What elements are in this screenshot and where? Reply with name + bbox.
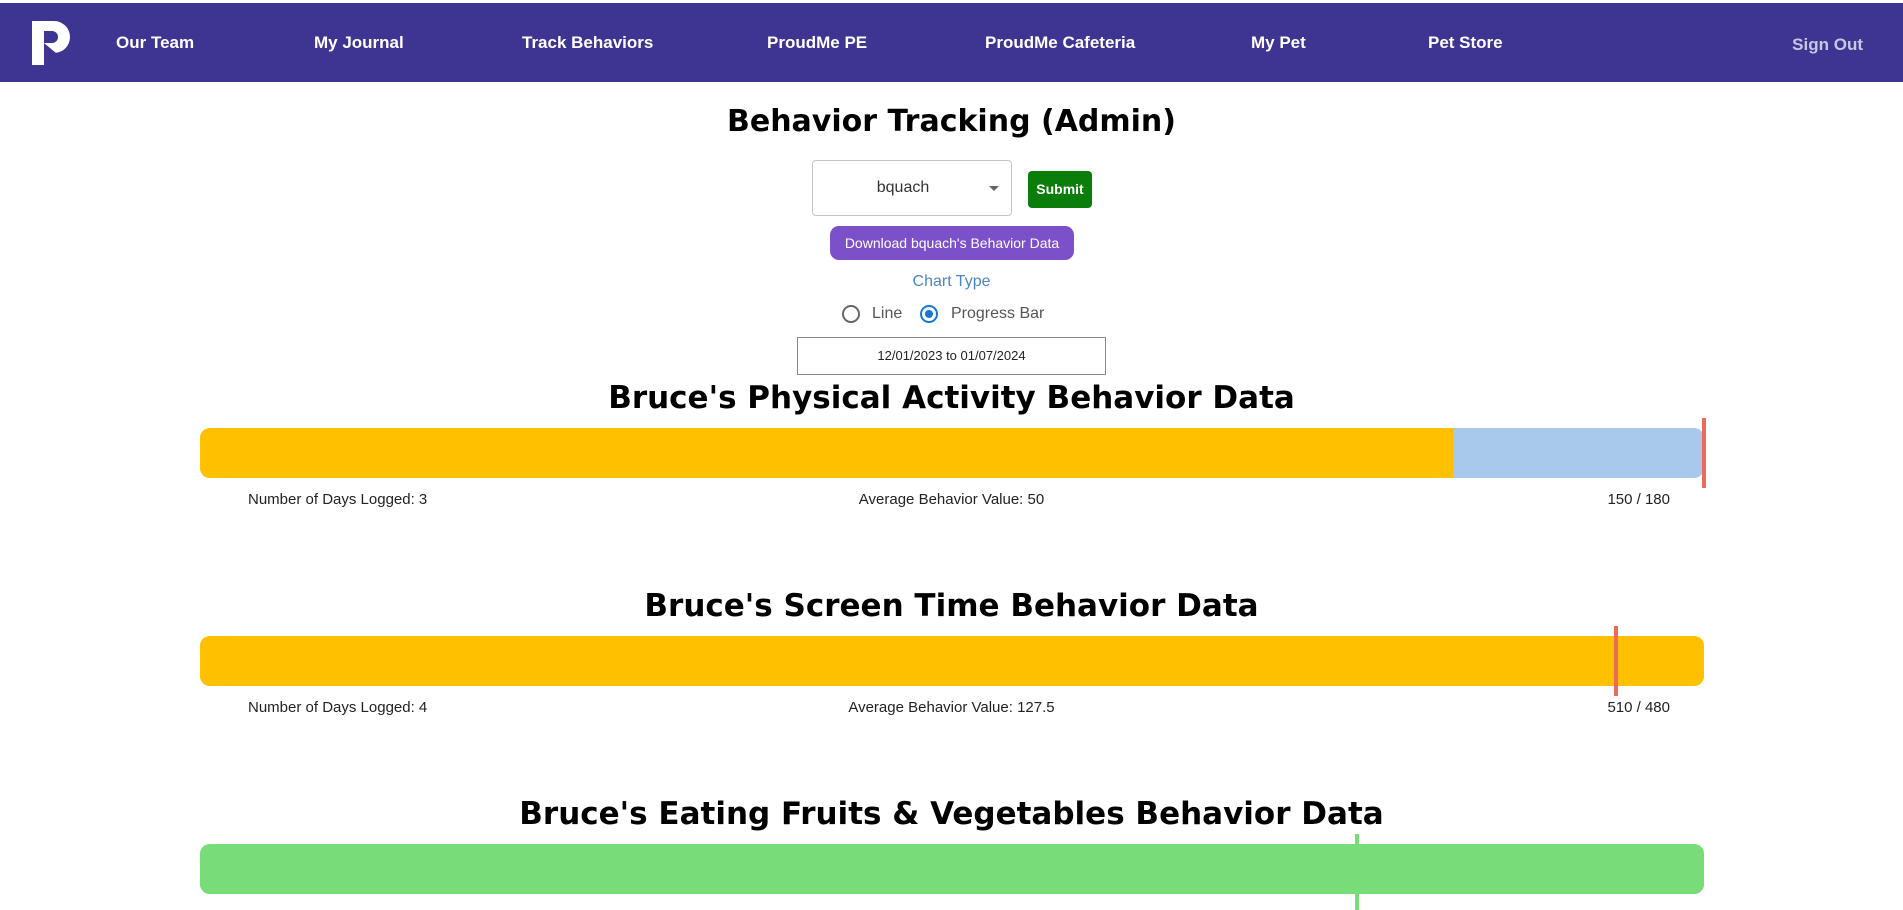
physical-activity-goal-marker (1702, 418, 1706, 488)
proudme-logo-icon[interactable] (30, 19, 72, 67)
physical-activity-progress-fill (200, 428, 1454, 478)
screen-time-title: Bruce's Screen Time Behavior Data (644, 588, 1259, 624)
physical-activity-progress-text: 150 / 180 (1607, 491, 1670, 508)
chart-type-line-label[interactable]: Line (872, 305, 902, 323)
selected-user-value: bquach (876, 179, 930, 196)
screen-time-progress-text: 510 / 480 (1607, 699, 1670, 716)
physical-activity-title: Bruce's Physical Activity Behavior Data (608, 380, 1295, 416)
user-select-dropdown[interactable]: bquach (812, 160, 1012, 216)
screen-time-progress-fill (200, 636, 1704, 686)
chart-type-progress-bar-label[interactable]: Progress Bar (951, 305, 1044, 323)
physical-activity-progress-track (200, 428, 1704, 478)
chart-type-label: Chart Type (912, 273, 991, 290)
screen-time-goal-marker (1613, 626, 1618, 696)
download-data-button[interactable]: Download bquach's Behavior Data (830, 226, 1074, 260)
fruits-vegetables-goal-marker (1355, 834, 1359, 910)
nav-proudme-cafeteria[interactable]: ProudMe Cafeteria (985, 33, 1135, 53)
fruits-vegetables-progress-track (200, 844, 1704, 894)
nav-pet-store[interactable]: Pet Store (1428, 33, 1503, 53)
submit-button[interactable]: Submit (1028, 171, 1092, 208)
nav-proudme-pe[interactable]: ProudMe PE (767, 33, 867, 53)
fruits-vegetables-title: Bruce's Eating Fruits & Vegetables Behav… (519, 796, 1384, 832)
nav-our-team[interactable]: Our Team (116, 33, 194, 53)
chart-type-line-radio[interactable] (842, 305, 860, 323)
date-range-picker[interactable]: 12/01/2023 to 01/07/2024 (797, 337, 1106, 375)
page-title: Behavior Tracking (Admin) (726, 104, 1177, 139)
screen-time-progress-track (200, 636, 1704, 686)
chart-type-progress-bar-radio[interactable] (920, 305, 938, 323)
nav-track-behaviors[interactable]: Track Behaviors (522, 33, 653, 53)
nav-my-pet[interactable]: My Pet (1251, 33, 1306, 53)
chevron-down-icon (989, 186, 999, 191)
top-navbar: Our Team My Journal Track Behaviors Prou… (0, 0, 1903, 82)
nav-my-journal[interactable]: My Journal (314, 33, 404, 53)
sign-out-link[interactable]: Sign Out (1792, 35, 1863, 55)
fruits-vegetables-progress-fill (200, 844, 1704, 894)
